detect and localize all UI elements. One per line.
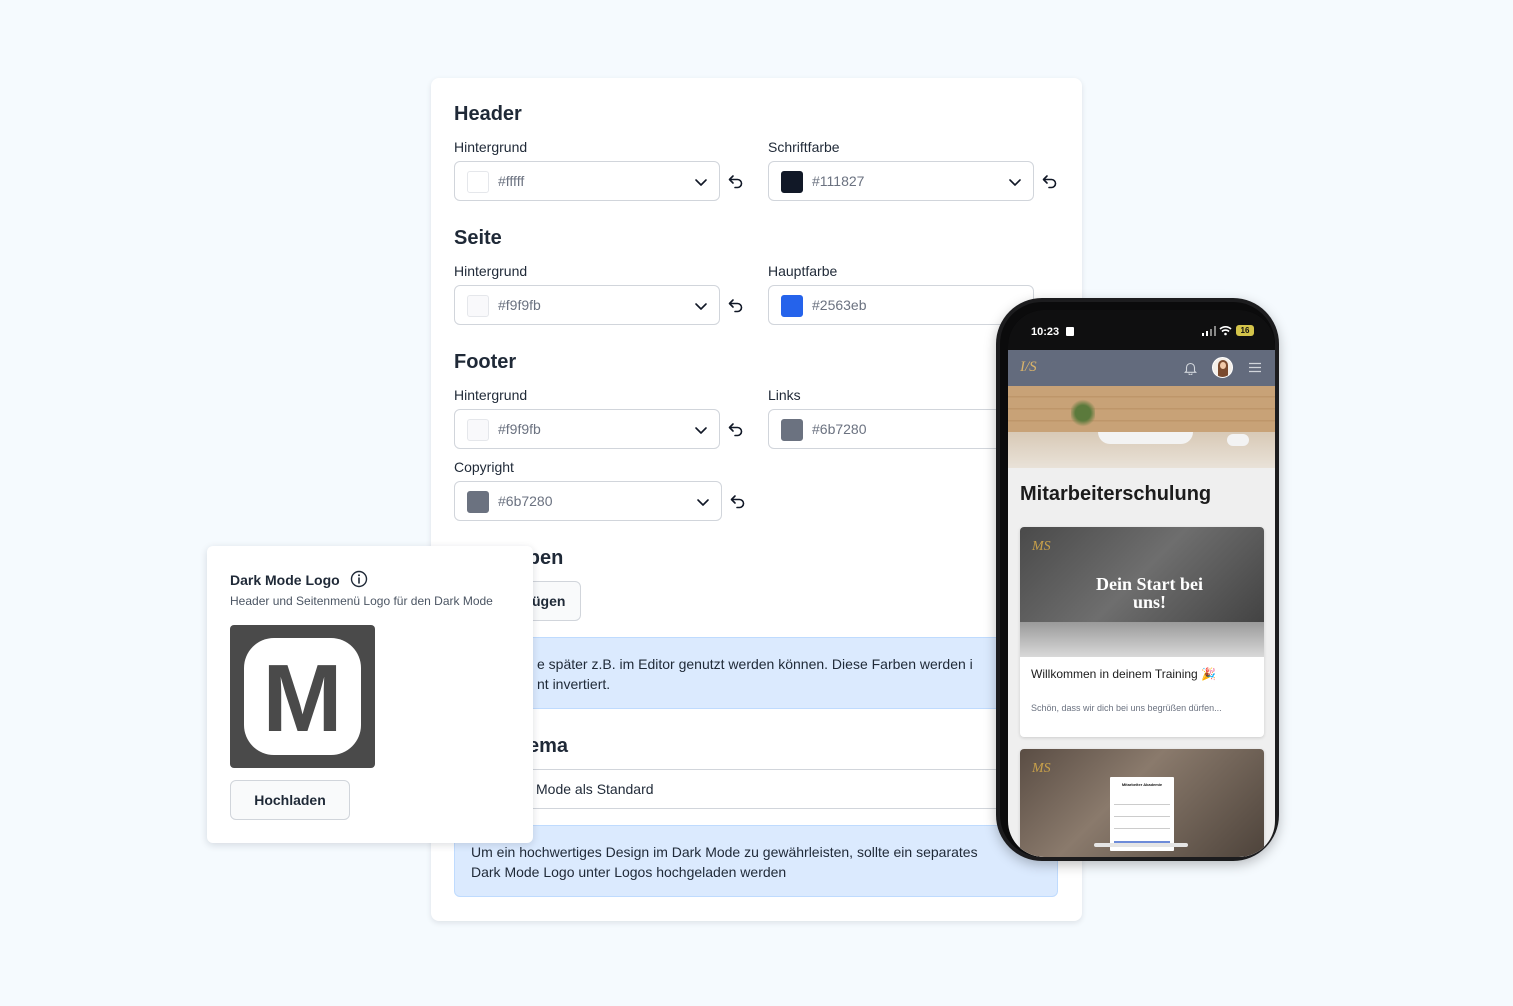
page-title: Mitarbeiterschulung bbox=[1020, 483, 1212, 505]
dark-mode-logo-title: Dark Mode Logo bbox=[230, 572, 340, 588]
brand-logo: MS bbox=[1032, 539, 1051, 554]
color-swatch bbox=[467, 419, 489, 441]
brand-logo: MS bbox=[1032, 761, 1051, 776]
page-main-color-value: #2563eb bbox=[812, 297, 867, 313]
login-heading: Mitarbeiter Akademie bbox=[1121, 782, 1163, 787]
header-background-select[interactable]: #fffff bbox=[454, 161, 720, 201]
bell-icon[interactable] bbox=[1184, 361, 1197, 375]
footer-copyright-value: #6b7280 bbox=[498, 493, 553, 509]
color-swatch bbox=[467, 295, 489, 317]
course-thumbnail: MS Dein Start bei uns! bbox=[1020, 527, 1264, 657]
header-font-color-label: Schriftfarbe bbox=[768, 139, 840, 155]
login-screenshot: Mitarbeiter Akademie bbox=[1110, 777, 1174, 851]
dark-mode-info-box: Um ein hochwertiges Design im Dark Mode … bbox=[454, 825, 1058, 897]
m-logo-icon: M bbox=[244, 638, 361, 755]
footer-links-select[interactable]: #6b7280 bbox=[768, 409, 1034, 449]
page-background-select[interactable]: #f9f9fb bbox=[454, 285, 720, 325]
dark-mode-logo-subtitle: Header und Seitenmenü Logo für den Dark … bbox=[230, 594, 493, 608]
footer-copyright-label: Copyright bbox=[454, 459, 514, 475]
reset-icon[interactable] bbox=[727, 296, 745, 314]
chevron-down-icon bbox=[697, 499, 709, 506]
color-swatch bbox=[467, 491, 489, 513]
phone-screen: 10:23 16 I/S Mitarbeiterschulung MS Dein… bbox=[1008, 310, 1275, 857]
reset-icon[interactable] bbox=[1041, 172, 1059, 190]
page-main-color-select[interactable]: #2563eb bbox=[768, 285, 1034, 325]
color-swatch bbox=[781, 419, 803, 441]
footer-background-value: #f9f9fb bbox=[498, 421, 541, 437]
page-background-label: Hintergrund bbox=[454, 263, 528, 279]
color-swatch bbox=[467, 171, 489, 193]
theme-select-value: Mode als Standard bbox=[536, 781, 654, 797]
course-card[interactable]: MS Mitarbeiter Akademie bbox=[1020, 749, 1264, 857]
page-section-title: Seite bbox=[454, 227, 502, 249]
header-section-title: Header bbox=[454, 103, 522, 125]
course-thumbnail-title: Dein Start bei uns! bbox=[1096, 574, 1203, 612]
wifi-icon bbox=[1219, 326, 1232, 336]
header-font-color-select[interactable]: #111827 bbox=[768, 161, 1034, 201]
hero-image bbox=[1008, 386, 1275, 468]
upload-button-label: Hochladen bbox=[254, 792, 326, 808]
phone-mockup: 10:23 16 I/S Mitarbeiterschulung MS Dein… bbox=[996, 298, 1279, 861]
reset-icon[interactable] bbox=[727, 420, 745, 438]
footer-links-value: #6b7280 bbox=[812, 421, 867, 437]
dark-mode-logo-panel: Dark Mode Logo Header und Seitenmenü Log… bbox=[207, 546, 533, 843]
home-indicator bbox=[1094, 843, 1188, 847]
avatar[interactable] bbox=[1212, 357, 1233, 378]
chevron-down-icon bbox=[1009, 179, 1021, 186]
theme-section-title: ema bbox=[528, 735, 569, 757]
page-main-color-label: Hauptfarbe bbox=[768, 263, 838, 279]
battery-indicator: 16 bbox=[1236, 325, 1254, 336]
course-card[interactable]: MS Dein Start bei uns! Willkommen in dei… bbox=[1020, 527, 1264, 737]
footer-links-label: Links bbox=[768, 387, 801, 403]
dark-mode-logo-preview: M bbox=[230, 625, 375, 768]
menu-icon[interactable] bbox=[1248, 362, 1262, 373]
upload-button[interactable]: Hochladen bbox=[230, 780, 350, 820]
footer-section-title: Footer bbox=[454, 351, 517, 373]
logo-letter: M bbox=[263, 645, 343, 752]
footer-background-select[interactable]: #f9f9fb bbox=[454, 409, 720, 449]
signal-icon bbox=[1202, 326, 1216, 336]
course-page: Mitarbeiterschulung MS Dein Start bei un… bbox=[1008, 468, 1275, 857]
color-swatch bbox=[781, 171, 803, 193]
theme-select[interactable]: Mode als Standard bbox=[491, 769, 1082, 809]
lock-icon bbox=[1066, 327, 1074, 336]
add-color-button-label: ügen bbox=[532, 593, 566, 609]
chevron-down-icon bbox=[695, 179, 707, 186]
chevron-down-icon bbox=[695, 303, 707, 310]
header-background-label: Hintergrund bbox=[454, 139, 528, 155]
course-description: Schön, dass wir dich bei uns begrüßen dü… bbox=[1031, 703, 1222, 713]
chevron-down-icon bbox=[695, 427, 707, 434]
colors-info-box: e später z.B. im Editor genutzt werden k… bbox=[491, 637, 1082, 709]
reset-icon[interactable] bbox=[727, 172, 745, 190]
course-thumbnail: MS Mitarbeiter Akademie bbox=[1020, 749, 1264, 857]
footer-background-label: Hintergrund bbox=[454, 387, 528, 403]
app-header: I/S bbox=[1008, 350, 1275, 386]
app-logo: I/S bbox=[1020, 359, 1037, 375]
dark-mode-info-line2: Dark Mode Logo unter Logos hochgeladen w… bbox=[471, 864, 787, 880]
header-font-color-value: #111827 bbox=[812, 173, 865, 189]
status-time: 10:23 bbox=[1031, 326, 1060, 338]
header-background-value: #fffff bbox=[498, 173, 525, 189]
reset-icon[interactable] bbox=[729, 492, 747, 510]
course-name: Willkommen in deinem Training 🎉 bbox=[1031, 667, 1217, 681]
info-icon[interactable] bbox=[350, 570, 368, 588]
page-background-value: #f9f9fb bbox=[498, 297, 541, 313]
dark-mode-info-line1: Um ein hochwertiges Design im Dark Mode … bbox=[471, 844, 978, 860]
color-swatch bbox=[781, 295, 803, 317]
footer-copyright-select[interactable]: #6b7280 bbox=[454, 481, 722, 521]
